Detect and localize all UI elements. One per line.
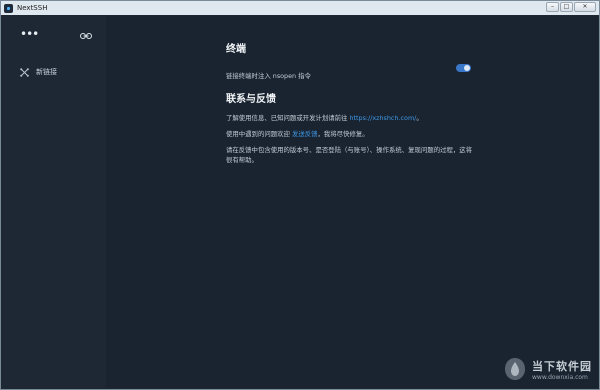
- nsopen-inject-toggle[interactable]: [456, 64, 471, 72]
- maximize-button[interactable]: □: [560, 2, 573, 12]
- website-link[interactable]: https://xzhshch.com/: [349, 114, 416, 122]
- more-dots-icon[interactable]: •••: [20, 28, 39, 40]
- terminal-section-title: 终端: [226, 44, 246, 55]
- send-feedback-link[interactable]: 发送反馈: [292, 130, 318, 138]
- network-icon: [20, 67, 29, 77]
- info-paragraph: 了解使用信息、已知问题或开发计划请前往 https://xzhshch.com/…: [226, 113, 476, 123]
- feedback-section-title: 联系与反馈: [226, 94, 276, 105]
- feedback-section: 联系与反馈 了解使用信息、已知问题或开发计划请前往 https://xzhshc…: [226, 90, 476, 165]
- watermark-url: www.downxia.com: [532, 373, 588, 381]
- watermark-brand: 当下软件园: [532, 359, 592, 373]
- feedback-paragraph: 使用中遇到的问题欢迎 发送反馈，我将尽快修复。: [226, 129, 476, 139]
- info-end: 。: [416, 114, 423, 122]
- settings-panel: 终端 链接终端时注入 nsopen 指令 联系与反馈 了解使用信息、已知问题或开…: [106, 16, 598, 388]
- app-window: NextSSH – □ ✕ ••• 新链接 终端 链接终端时注入 nsopen …: [0, 0, 600, 390]
- new-connection-label: 新链接: [36, 68, 57, 76]
- toggle-knob: [464, 65, 470, 71]
- sidebar-toolbar: •••: [2, 28, 106, 42]
- nsopen-inject-setting: 链接终端时注入 nsopen 指令: [226, 63, 476, 80]
- feedback-end: ，我将尽快修复。: [317, 130, 369, 138]
- sidebar-item-new-connection[interactable]: 新链接: [20, 67, 57, 77]
- sidebar: ••• 新链接: [2, 16, 106, 388]
- feedback-text: 使用中遇到的问题欢迎: [226, 130, 292, 138]
- info-text: 了解使用信息、已知问题或开发计划请前往: [226, 114, 350, 122]
- title-bar[interactable]: NextSSH – □ ✕: [1, 1, 599, 15]
- app-icon: [4, 3, 13, 13]
- window-controls: – □ ✕: [546, 2, 596, 12]
- close-button[interactable]: ✕: [574, 2, 596, 12]
- link-toggle-icon[interactable]: [80, 32, 92, 40]
- feedback-tips-paragraph: 请在反馈中包含使用的版本号、是否登陆（与账号）、操作系统、复现问题的过程，这将很…: [226, 146, 473, 164]
- watermark-text: 当下软件园 www.downxia.com: [532, 358, 592, 381]
- watermark-logo-icon: [505, 358, 525, 380]
- watermark: 当下软件园 www.downxia.com: [502, 356, 592, 382]
- settings-content: 终端 链接终端时注入 nsopen 指令 联系与反馈 了解使用信息、已知问题或开…: [226, 40, 476, 165]
- minimize-button[interactable]: –: [546, 2, 559, 12]
- nsopen-inject-label: 链接终端时注入 nsopen 指令: [226, 72, 311, 80]
- window-title: NextSSH: [17, 4, 48, 12]
